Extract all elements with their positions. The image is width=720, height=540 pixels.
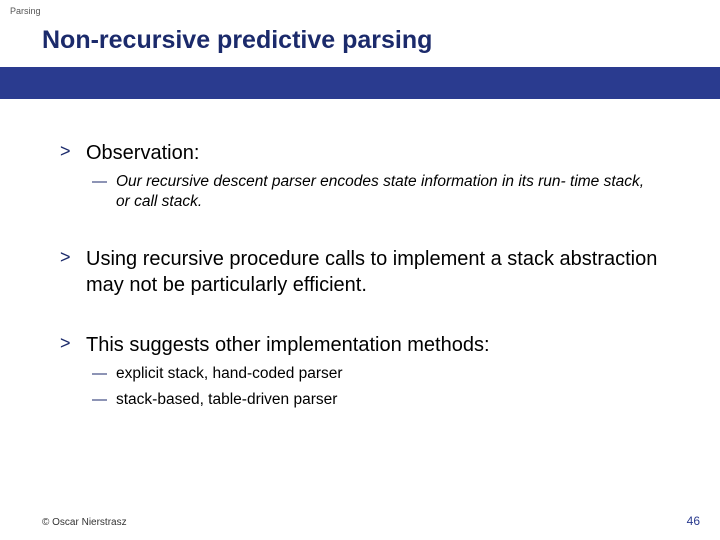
sub-marker: — xyxy=(92,364,116,384)
sub-item: — explicit stack, hand-coded parser xyxy=(92,364,660,384)
page-number: 46 xyxy=(687,514,700,528)
bullet-marker: > xyxy=(60,332,86,355)
bullet-item: > Using recursive procedure calls to imp… xyxy=(60,246,660,298)
slide-title: Non-recursive predictive parsing xyxy=(0,26,720,67)
bullet-item: > Observation: xyxy=(60,140,660,166)
bullet-item: > This suggests other implementation met… xyxy=(60,332,660,358)
sub-marker: — xyxy=(92,172,116,192)
bullet-text: This suggests other implementation metho… xyxy=(86,332,490,358)
sub-item: — Our recursive descent parser encodes s… xyxy=(92,172,660,212)
bullet-block: > This suggests other implementation met… xyxy=(60,332,660,410)
sub-marker: — xyxy=(92,390,116,410)
title-band xyxy=(0,67,720,99)
bullet-text: Using recursive procedure calls to imple… xyxy=(86,246,660,298)
bullet-block: > Using recursive procedure calls to imp… xyxy=(60,246,660,298)
bullet-block: > Observation: — Our recursive descent p… xyxy=(60,140,660,212)
breadcrumb: Parsing xyxy=(10,6,41,16)
bullet-text: Observation: xyxy=(86,140,199,166)
bullet-marker: > xyxy=(60,246,86,269)
sub-item: — stack-based, table-driven parser xyxy=(92,390,660,410)
bullet-marker: > xyxy=(60,140,86,163)
content-area: > Observation: — Our recursive descent p… xyxy=(60,140,660,445)
title-area: Non-recursive predictive parsing xyxy=(0,26,720,99)
sub-text: stack-based, table-driven parser xyxy=(116,390,337,410)
sub-text: Our recursive descent parser encodes sta… xyxy=(116,172,660,212)
sub-text: explicit stack, hand-coded parser xyxy=(116,364,343,384)
footer-copyright: © Oscar Nierstrasz xyxy=(42,517,127,528)
